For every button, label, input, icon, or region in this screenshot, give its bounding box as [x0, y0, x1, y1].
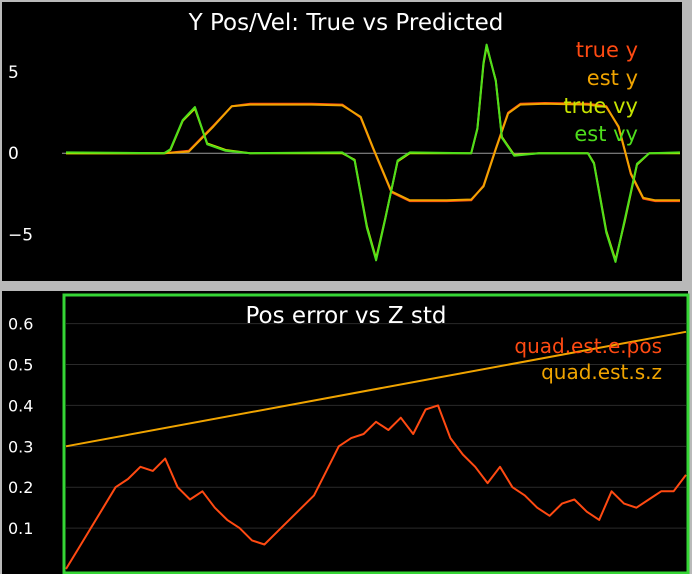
plot-window: 5 0 −5 Y Pos/Vel: True vs Predicted true y… [0, 0, 692, 574]
chart-2-title: Pos error vs Z std [246, 303, 447, 329]
legend-entry: true vy [563, 94, 638, 118]
legend-entry: quad.est.e.pos [514, 334, 662, 358]
legend-entry: est y [587, 66, 638, 90]
y-tick-label: −5 [8, 225, 33, 245]
legend-entry: quad.est.s.z [541, 360, 662, 384]
legend-entry: true y [576, 38, 638, 62]
y-tick-label: 0.4 [8, 396, 33, 415]
y-tick-label: 0.6 [8, 315, 33, 334]
y-tick-label: 0.1 [8, 519, 33, 538]
legend-entry: est vy [574, 122, 638, 146]
y-tick-label: 0.2 [8, 478, 33, 497]
chart-pos-error-vs-z-std: 0.6 0.5 0.4 0.3 0.2 0.1 Pos error vs Z std qu… [0, 283, 692, 574]
y-tick-label: 0.3 [8, 437, 33, 456]
chart-y-pos-vel: 5 0 −5 Y Pos/Vel: True vs Predicted true y… [0, 0, 692, 283]
y-tick-label: 0 [8, 144, 19, 164]
y-tick-label: 5 [8, 63, 19, 83]
y-tick-label: 0.5 [8, 356, 33, 375]
chart-1-title: Y Pos/Vel: True vs Predicted [188, 10, 504, 36]
